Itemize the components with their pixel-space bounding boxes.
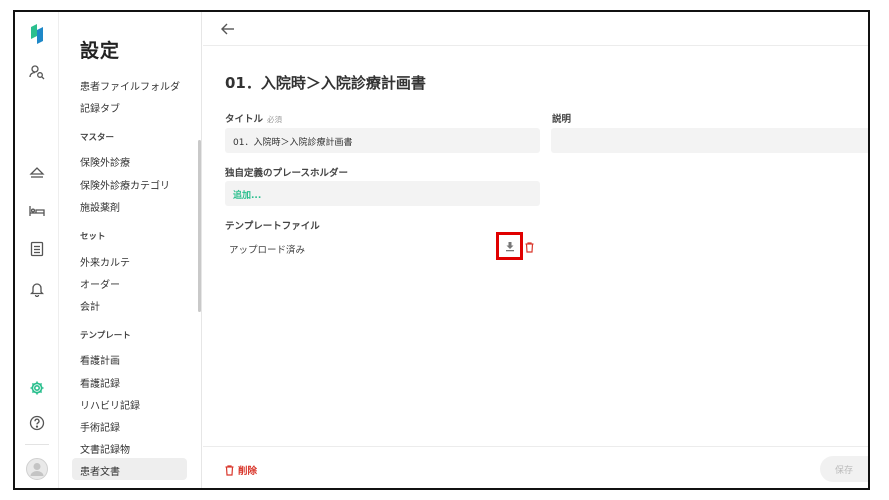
nav-item-patient-documents[interactable]: 患者文書 [80,463,120,478]
title-input[interactable]: 01．入院時＞入院診療計画書 [225,128,540,153]
gear-icon[interactable] [25,376,49,400]
placeholder-add-field[interactable]: 追加... [225,181,540,206]
page-title: 01．入院時＞入院診療計画書 [225,74,426,92]
nav-item-nursing-record[interactable]: 看護記録 [80,375,120,390]
template-file-label: テンプレートファイル [225,221,320,232]
nav-item-accounting[interactable]: 会計 [80,298,100,313]
arrow-left-icon [221,23,234,35]
add-placeholder-link[interactable]: 追加... [233,191,261,201]
nav-item-rehab-record[interactable]: リハビリ記録 [80,397,140,412]
nav-section-master: マスター [80,133,115,143]
title-label: タイトル 必須 [225,111,282,125]
eject-icon[interactable] [25,160,49,184]
nav-item-uninsured-care[interactable]: 保険外診療 [80,154,130,169]
title-label-text: タイトル [225,114,264,125]
description-input[interactable] [551,128,868,153]
download-button[interactable] [496,232,523,260]
back-button[interactable] [218,19,238,39]
nav-item-uninsured-care-category[interactable]: 保険外診療カテゴリ [80,177,170,192]
nav-item-facility-drugs[interactable]: 施設薬剤 [80,199,120,214]
delete-button[interactable]: 削除 [225,463,257,477]
main-panel: 01．入院時＞入院診療計画書 タイトル 必須 01．入院時＞入院診療計画書 説明 … [203,12,868,488]
nav-scrollbar[interactable] [198,140,201,312]
logo-icon[interactable] [25,22,49,46]
required-mark: 必須 [267,115,283,124]
nav-title: 設定 [80,40,121,62]
placeholder-label: 独自定義のプレースホルダー [225,168,349,179]
nav-item-document-records[interactable]: 文書記録物 [80,441,130,456]
trash-icon [525,241,533,253]
description-label: 説明 [552,114,572,125]
nav-section-template: テンプレート [80,331,131,341]
avatar-icon[interactable] [25,457,49,481]
save-button[interactable]: 保存 [820,456,868,482]
upload-status: アップロード済み [229,245,306,256]
nav-item-outpatient-chart[interactable]: 外来カルテ [80,254,130,269]
nav-item-order[interactable]: オーダー [80,276,120,291]
nav-item-patient-file-folder[interactable]: 患者ファイルフォルダ [80,78,180,93]
nav-section-set: セット [80,232,106,242]
nav-item-surgery-record[interactable]: 手術記録 [80,419,120,434]
delete-file-button[interactable] [523,240,535,254]
rail-divider [25,444,49,445]
delete-label: 削除 [238,466,258,477]
top-bar [203,12,868,46]
bell-icon[interactable] [25,277,49,301]
document-list-icon[interactable] [25,237,49,261]
bed-icon[interactable] [25,199,49,223]
trash-icon [225,464,234,476]
bottom-bar: 削除 保存 [203,446,868,488]
icon-rail [15,12,59,488]
nav-item-nursing-plan[interactable]: 看護計画 [80,352,120,367]
settings-nav: 設定 患者ファイルフォルダ 記録タブ マスター 保険外診療 保険外診療カテゴリ … [59,12,202,488]
nav-item-record-tab[interactable]: 記録タブ [80,100,120,115]
app-window: 設定 患者ファイルフォルダ 記録タブ マスター 保険外診療 保険外診療カテゴリ … [13,10,870,490]
download-icon [505,241,514,251]
help-icon[interactable] [25,411,49,435]
user-search-icon[interactable] [25,60,49,84]
